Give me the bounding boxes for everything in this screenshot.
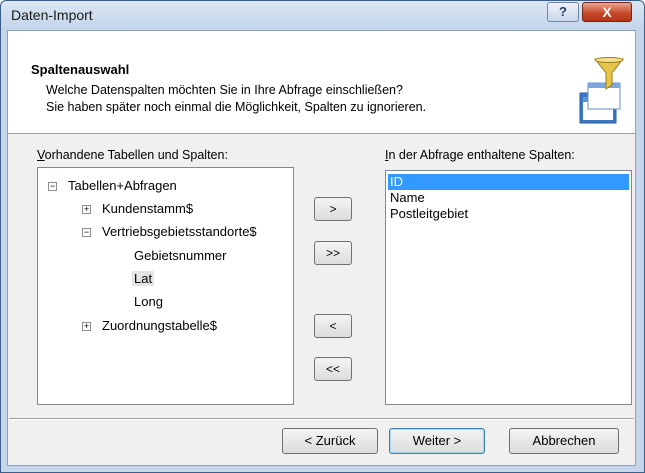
collapse-icon[interactable]: − [48,182,57,191]
header-description-line1: Welche Datenspalten möchten Sie in Ihre … [46,83,403,97]
header-description-line2: Sie haben später noch einmal die Möglich… [46,100,427,114]
tree-node-label[interactable]: Gebietsnummer [134,248,226,263]
list-item-name[interactable]: Name [388,190,629,206]
tree-node-label[interactable]: Tabellen+Abfragen [68,178,177,193]
title-bar[interactable]: Daten-Import ? X [1,1,644,31]
tree-node-label[interactable]: Vertriebsgebietsstandorte$ [102,224,257,239]
footer-separator [9,418,634,420]
funnel-table-icon [579,57,625,125]
remove-column-button[interactable]: < [314,314,352,338]
next-button[interactable]: Weiter > [389,428,485,454]
expand-icon[interactable]: + [82,322,91,331]
add-column-button[interactable]: > [314,197,352,221]
page-title: Spaltenauswahl [31,62,130,77]
list-item-postleitgebiet[interactable]: Postleitgebiet [388,206,629,222]
header-description: Welche Datenspalten möchten Sie in Ihre … [46,82,566,116]
tree-node-label[interactable]: Lat [132,271,155,286]
back-button[interactable]: < Zurück [282,428,378,454]
tree-node-label[interactable]: Zuordnungstabelle$ [102,318,217,333]
collapse-icon[interactable]: − [82,228,91,237]
tables-tree[interactable]: − Tabellen+Abfragen + Kundenstamm$ − Ver… [37,167,294,405]
expand-icon[interactable]: + [82,205,91,214]
selected-columns-list[interactable]: ID Name Postleitgebiet [385,170,632,405]
tree-node-label[interactable]: Long [134,294,163,309]
remove-all-columns-button[interactable]: << [314,357,352,381]
tree-node-label[interactable]: Kundenstamm$ [102,201,193,216]
available-columns-label: Vorhandene Tabellen und Spalten: [37,148,228,162]
close-button[interactable]: X [582,2,632,22]
cancel-button[interactable]: Abbrechen [509,428,619,454]
selected-columns-label: In der Abfrage enthaltene Spalten: [385,148,575,162]
help-button[interactable]: ? [547,2,579,22]
add-all-columns-button[interactable]: >> [314,241,352,265]
list-item-id[interactable]: ID [388,174,629,190]
window-title: Daten-Import [11,7,93,23]
